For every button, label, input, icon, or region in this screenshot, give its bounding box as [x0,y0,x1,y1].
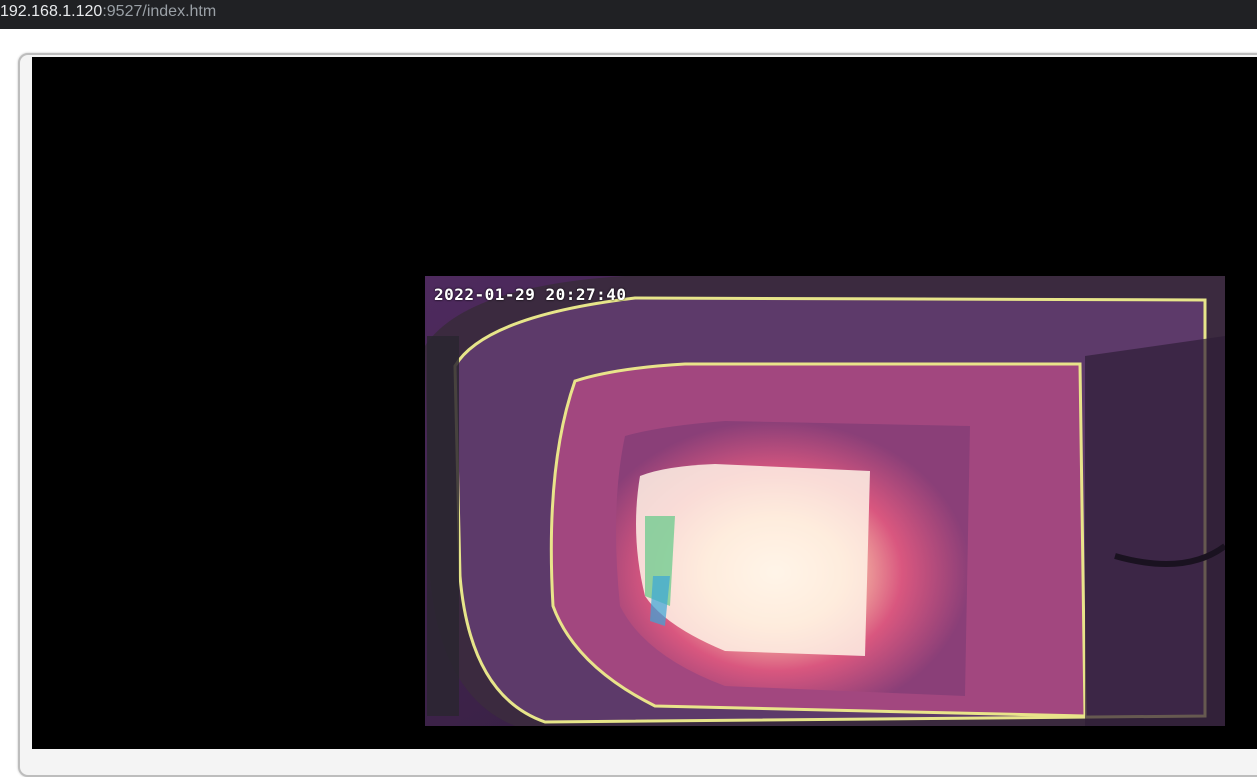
url-text[interactable]: 192.168.1.120:9527/index.htm [0,2,216,22]
browser-address-bar[interactable]: 192.168.1.120:9527/index.htm [0,0,1257,29]
stream-timestamp: 2022-01-29 20:27:40 [434,285,627,304]
camera-stream[interactable]: 2022-01-29 20:27:40 [425,276,1225,726]
url-host: 192.168.1.120 [0,3,103,20]
stream-image [425,276,1225,726]
url-path: :9527/index.htm [102,3,217,20]
